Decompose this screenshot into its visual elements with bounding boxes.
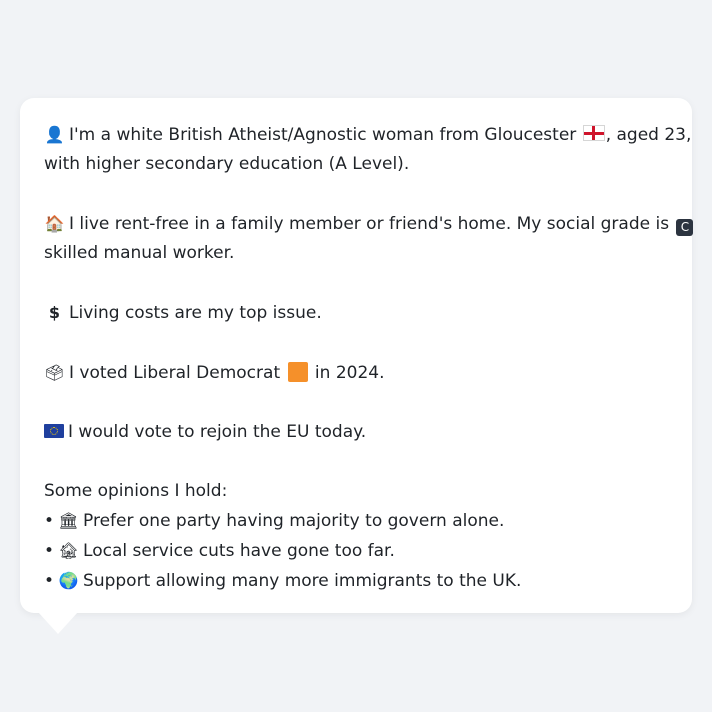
bubble-tail bbox=[38, 612, 78, 634]
issue-paragraph: $ Living costs are my top issue. bbox=[44, 298, 668, 328]
education-text: with higher secondary education (A Level… bbox=[44, 154, 410, 174]
england-flag-icon bbox=[582, 125, 605, 141]
list-item: • 🏛 Prefer one party having majority to go… bbox=[44, 506, 668, 536]
derelict-house-icon: 🏚 bbox=[58, 541, 79, 560]
ballot-box-icon: 🗳 bbox=[44, 363, 65, 382]
eu-stance-text: I would vote to rejoin the EU today. bbox=[68, 422, 367, 442]
identity-text: I'm a white British Atheist/Agnostic wom… bbox=[69, 125, 577, 145]
opinions-section: Some opinions I hold: • 🏛 Prefer one party… bbox=[44, 477, 668, 596]
persona-message-bubble: 👤 I'm a white British Atheist/Agnostic wo… bbox=[20, 98, 694, 613]
top-issue-text: Living costs are my top issue. bbox=[69, 303, 322, 323]
list-item: • 🏚 Local service cuts have gone too far. bbox=[44, 536, 668, 566]
vote-text: I voted Liberal Democrat bbox=[69, 363, 281, 383]
person-silhouette-icon: 👤 bbox=[44, 125, 65, 144]
globe-icon: 🌍 bbox=[58, 571, 79, 590]
housing-text: I live rent-free in a family member or f… bbox=[69, 214, 670, 234]
opinion-text: Support allowing many more immigrants to… bbox=[83, 571, 522, 591]
housing-paragraph: 🏠 I live rent-free in a family member or … bbox=[44, 209, 694, 268]
list-item: • 🌍 Support allowing many more immigrants … bbox=[44, 566, 668, 596]
opinion-text: Local service cuts have gone too far. bbox=[83, 541, 395, 561]
dollar-sign-icon: $ bbox=[48, 303, 61, 322]
bullet: • bbox=[44, 511, 55, 531]
party-color-square-icon bbox=[287, 362, 308, 382]
vote-paragraph: 🗳 I voted Liberal Democrat in 2024. bbox=[44, 358, 668, 388]
opinion-text: Prefer one party having majority to gove… bbox=[83, 511, 505, 531]
eu-paragraph: I would vote to rejoin the EU today. bbox=[44, 418, 668, 447]
opinions-heading: Some opinions I hold: bbox=[44, 481, 228, 501]
social-grade-badge: C bbox=[676, 219, 694, 236]
classical-building-icon: 🏛 bbox=[58, 511, 79, 530]
house-icon: 🏠 bbox=[44, 214, 65, 233]
eu-flag-icon bbox=[44, 424, 64, 438]
bullet: • bbox=[44, 571, 55, 591]
vote-year-text: in 2024. bbox=[314, 363, 385, 383]
identity-paragraph: 👤 I'm a white British Atheist/Agnostic wo… bbox=[44, 120, 691, 179]
identity-age-text: , aged 23, bbox=[605, 125, 692, 145]
social-grade-description: skilled manual worker. bbox=[44, 243, 235, 263]
bullet: • bbox=[44, 541, 55, 561]
